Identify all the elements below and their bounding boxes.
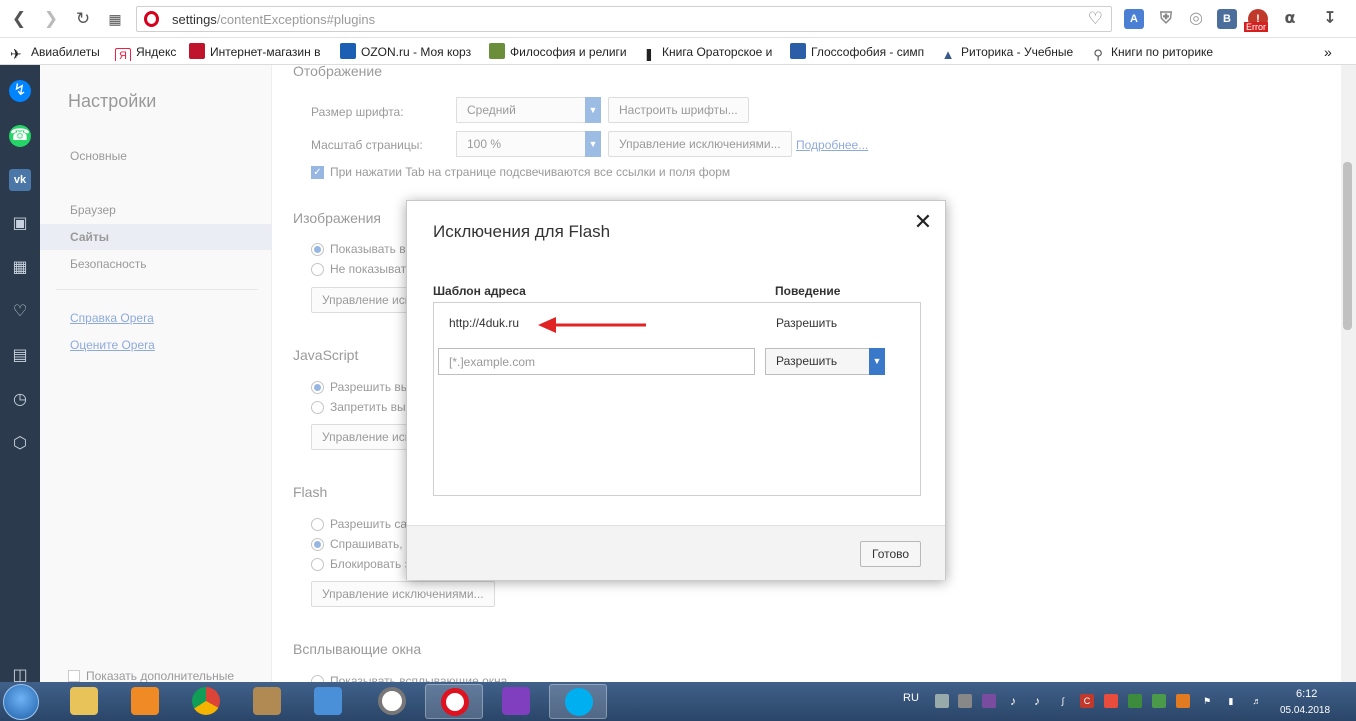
news-icon[interactable]: ▤ (9, 345, 31, 367)
cloud-tray-icon[interactable] (935, 694, 949, 708)
bluetooth-tray-icon[interactable]: ∫ (1056, 694, 1070, 708)
opera-sidebar: ↯ ☎ vk ▣ ▦ ♡ ▤ ◷ ⬡ ◫ (0, 65, 40, 684)
address-field[interactable]: settings/contentExceptions#plugins ♡ (136, 6, 1112, 32)
update-tray-icon[interactable] (1128, 694, 1142, 708)
bookmark-heart-icon[interactable]: ♡ (1088, 9, 1103, 29)
book-icon (489, 43, 505, 59)
translate-extension-icon[interactable]: A (1124, 9, 1144, 29)
bookmark-item[interactable]: ❚ Книга Ораторское и (641, 43, 777, 61)
bookmarks-bar: ✈ Авиабилеты Я Яндекс Интернет-магазин в O… (0, 38, 1356, 65)
taskbar-sound[interactable] (299, 684, 357, 719)
hat-icon: ▲ (941, 47, 955, 61)
edit-tray-icon[interactable] (1176, 694, 1190, 708)
skype-icon (565, 688, 593, 716)
chevron-down-icon: ▼ (869, 348, 885, 375)
extensions-cube-icon[interactable]: ⬡ (9, 433, 31, 455)
info-icon (790, 43, 806, 59)
new-behavior-select[interactable]: Разрешить ▼ (765, 348, 885, 375)
bookmark-item[interactable]: ⚲ Книги по риторике (1090, 43, 1213, 61)
scrollbar[interactable] (1341, 65, 1356, 682)
taskbar-explorer[interactable] (55, 684, 113, 719)
taskbar-opera-gx[interactable] (363, 684, 421, 719)
opera-grey-icon (378, 687, 406, 715)
clock-time[interactable]: 6:12 (1296, 688, 1317, 700)
reload-icon[interactable]: ↻ (72, 8, 94, 30)
flash-exceptions-dialog: Исключения для Flash ✕ Шаблон адреса Пов… (406, 200, 946, 580)
taskbar-skype[interactable] (549, 684, 607, 719)
bookmark-item[interactable]: Интернет-магазин в (189, 43, 326, 61)
clock-date[interactable]: 05.04.2018 (1280, 705, 1330, 716)
speaker-icon: ❚ (643, 47, 655, 61)
close-icon[interactable]: ✕ (912, 210, 934, 234)
taskbar-opera[interactable] (425, 684, 483, 719)
exceptions-list: http://4duk.ru Разрешить Разрешить▼ (433, 302, 921, 496)
exception-behavior: Разрешить (776, 316, 838, 330)
windows-taskbar: RU ♪ ♪ ∫ C ⚑ ▮ ♬ 6:12 05.04.2018 (0, 682, 1356, 721)
language-indicator[interactable]: RU (903, 692, 919, 704)
security-tray-icon[interactable] (1104, 694, 1118, 708)
bookmark-item[interactable]: Философия и религи (489, 43, 627, 61)
vk-extension-icon[interactable]: B (1217, 9, 1237, 29)
red-arrow-icon (538, 317, 646, 333)
onenote-tray-icon[interactable] (982, 694, 996, 708)
chrome-icon (192, 687, 220, 715)
new-pattern-input[interactable] (438, 348, 755, 375)
done-button[interactable]: Готово (860, 541, 922, 567)
opera-icon (441, 688, 469, 716)
volume-tray-icon[interactable]: ♪ (1006, 694, 1020, 708)
flag-tray-icon[interactable]: ⚑ (1200, 694, 1214, 708)
bookmark-item[interactable]: Глоссофобия - симп (790, 43, 927, 61)
bookmark-item[interactable]: ✈ Авиабилеты (10, 43, 100, 61)
exception-pattern[interactable]: http://4duk.ru (449, 316, 519, 330)
pattern-column-header: Шаблон адреса (433, 284, 526, 298)
opera-logo-icon (144, 11, 159, 27)
speed-dial-sidebar-icon[interactable]: ▦ (9, 257, 31, 279)
bookmarks-more-button[interactable]: » (1324, 43, 1332, 61)
search-icon: ⚲ (1093, 47, 1103, 61)
antivirus-tray-icon[interactable]: C (1080, 694, 1094, 708)
behavior-column-header: Поведение (775, 284, 841, 298)
sync-tray-icon[interactable] (1152, 694, 1166, 708)
speaker-volume-icon[interactable]: ♬ (1250, 694, 1264, 708)
yandex-icon: Я (115, 48, 131, 61)
heart-icon[interactable]: ♡ (9, 301, 31, 323)
speaker-tray-icon[interactable]: ♪ (1030, 694, 1044, 708)
vk-icon[interactable]: vk (9, 169, 31, 191)
ozon-icon (340, 43, 356, 59)
whatsapp-icon[interactable]: ☎ (9, 125, 31, 147)
history-icon[interactable]: ◷ (9, 389, 31, 411)
dialog-title: Исключения для Flash (433, 222, 611, 241)
url-text: settings/contentExceptions#plugins (172, 12, 376, 27)
headphones-icon[interactable]: ⍺ (1280, 9, 1300, 29)
error-badge: Error (1244, 22, 1268, 32)
player-icon (131, 687, 159, 715)
start-button[interactable] (3, 684, 39, 720)
folder-icon (70, 687, 98, 715)
network-tray-icon[interactable] (958, 694, 972, 708)
camera-icon[interactable]: ▣ (9, 213, 31, 235)
download-icon[interactable]: ↧ (1320, 9, 1340, 29)
scrollbar-thumb[interactable] (1343, 162, 1352, 330)
plane-icon: ✈ (10, 46, 22, 61)
bookmark-item[interactable]: ▲ Риторика - Учебные (940, 43, 1076, 61)
forward-icon[interactable]: ❯ (40, 8, 62, 30)
taskbar-chrome[interactable] (177, 684, 235, 719)
archive-icon (253, 687, 281, 715)
bookmark-item[interactable]: OZON.ru - Моя корз (340, 43, 476, 61)
shield-extension-icon[interactable]: ⛨ (1156, 9, 1176, 29)
bookmark-item[interactable]: Я Яндекс (115, 43, 176, 61)
visual-studio-icon (502, 687, 530, 715)
back-icon[interactable]: ❮ (8, 8, 30, 30)
signal-tray-icon[interactable]: ▮ (1224, 694, 1238, 708)
globe-extension-icon[interactable]: ◎ (1186, 9, 1206, 29)
address-toolbar: ❮ ❯ ↻ ▦ settings/contentExceptions#plugi… (0, 0, 1356, 38)
dialog-footer: Готово (407, 525, 945, 580)
sound-icon (314, 687, 342, 715)
taskbar-visual-studio[interactable] (487, 684, 545, 719)
taskbar-archiver[interactable] (238, 684, 296, 719)
shop-icon (189, 43, 205, 59)
messenger-icon[interactable]: ↯ (9, 80, 31, 102)
speed-dial-icon[interactable]: ▦ (104, 8, 126, 30)
taskbar-media-player[interactable] (116, 684, 174, 719)
